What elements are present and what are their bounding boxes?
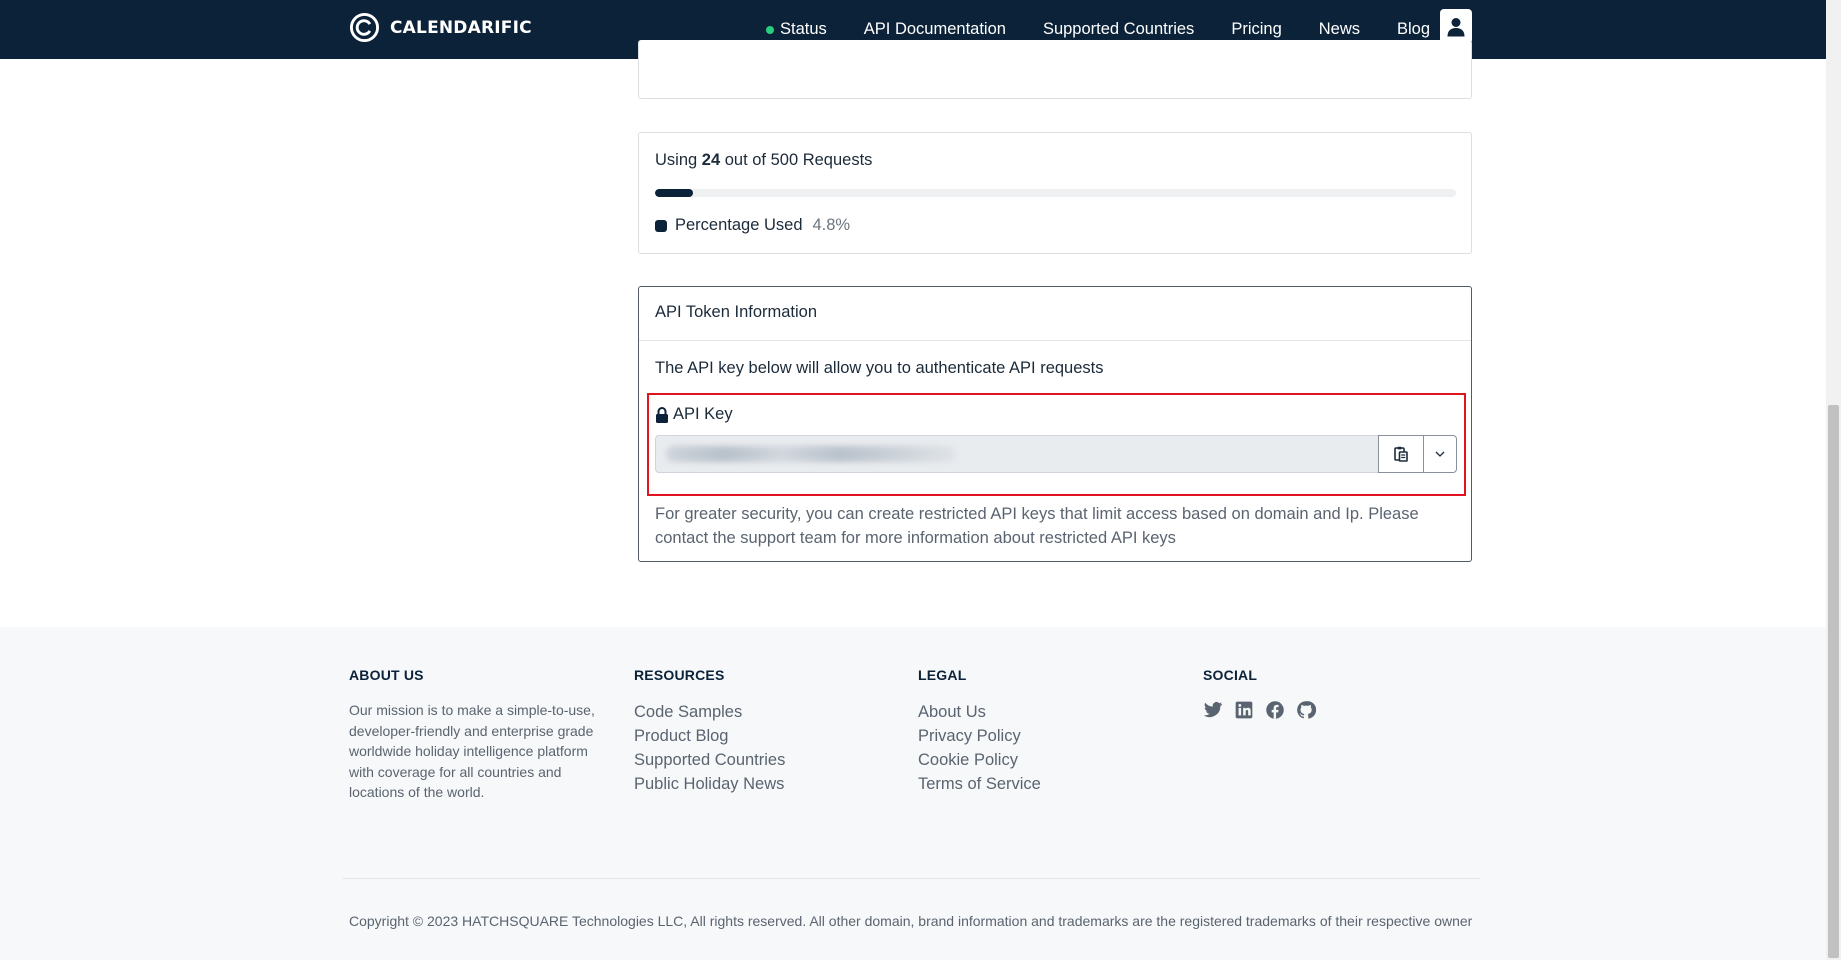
calendarific-logo-icon xyxy=(349,12,380,43)
usage-legend: Percentage Used 4.8% xyxy=(655,216,850,235)
footer-divider xyxy=(343,878,1480,879)
footer-link-product-blog[interactable]: Product Blog xyxy=(634,724,785,748)
api-token-description: The API key below will allow you to auth… xyxy=(655,359,1104,377)
footer-copyright: Copyright © 2023 HATCHSQUARE Technologie… xyxy=(349,913,1473,929)
brand-name: CALENDARIFIC xyxy=(390,17,532,38)
usage-total: out of 500 Requests xyxy=(724,151,873,169)
restricted-keys-note: For greater security, you can create res… xyxy=(655,505,1419,547)
usage-progress-fill xyxy=(655,189,694,197)
facebook-icon[interactable] xyxy=(1265,700,1285,720)
api-key-label: API Key xyxy=(655,405,733,424)
user-icon xyxy=(1447,17,1465,36)
usage-summary: Using 24 out of 500 Requests xyxy=(655,151,872,170)
api-token-card: API Token Information The API key below … xyxy=(638,286,1472,562)
status-online-dot xyxy=(766,25,774,34)
footer-legal-heading: LEGAL xyxy=(918,667,967,683)
nav-news[interactable]: News xyxy=(1319,20,1360,39)
usage-progress-bar xyxy=(655,189,1456,197)
api-key-options-dropdown[interactable] xyxy=(1424,435,1457,473)
account-details-card xyxy=(638,40,1472,99)
footer-resources-heading: RESOURCES xyxy=(634,667,725,683)
brand-link[interactable]: CALENDARIFIC xyxy=(349,12,532,43)
legend-swatch xyxy=(655,219,667,232)
api-key-obscured-value xyxy=(666,446,956,462)
api-key-input-group xyxy=(655,435,1457,473)
page-scrollbar[interactable] xyxy=(1826,0,1841,960)
scrollbar-thumb[interactable] xyxy=(1828,405,1839,958)
footer-resources: RESOURCES Code Samples Product Blog Supp… xyxy=(634,667,785,796)
legend-label: Percentage Used xyxy=(675,216,803,234)
clipboard-copy-icon xyxy=(1394,446,1408,462)
twitter-icon[interactable] xyxy=(1203,700,1223,720)
api-token-title: API Token Information xyxy=(639,287,1471,341)
nav-pricing[interactable]: Pricing xyxy=(1231,20,1281,39)
site-footer: ABOUT US Our mission is to make a simple… xyxy=(0,627,1826,960)
footer-link-supported-countries[interactable]: Supported Countries xyxy=(634,748,785,772)
linkedin-icon[interactable] xyxy=(1234,700,1254,720)
nav-status-label: Status xyxy=(780,20,827,38)
footer-link-public-holiday-news[interactable]: Public Holiday News xyxy=(634,772,785,796)
legend-value: 4.8% xyxy=(812,216,851,234)
chevron-down-icon xyxy=(1435,451,1445,457)
api-key-label-text: API Key xyxy=(673,405,733,423)
footer-about-heading: ABOUT US xyxy=(349,667,424,683)
footer-link-cookie-policy[interactable]: Cookie Policy xyxy=(918,748,1041,772)
footer-social-heading: SOCIAL xyxy=(1203,667,1258,683)
footer-link-about-us[interactable]: About Us xyxy=(918,700,1041,724)
copy-api-key-button[interactable] xyxy=(1378,435,1424,473)
nav-api-documentation[interactable]: API Documentation xyxy=(864,20,1006,39)
api-key-input[interactable] xyxy=(655,435,1378,473)
footer-about: ABOUT US Our mission is to make a simple… xyxy=(349,667,599,803)
footer-link-privacy-policy[interactable]: Privacy Policy xyxy=(918,724,1041,748)
usage-card: Using 24 out of 500 Requests Percentage … xyxy=(638,132,1472,254)
footer-legal: LEGAL About Us Privacy Policy Cookie Pol… xyxy=(918,667,1041,796)
github-icon[interactable] xyxy=(1296,700,1316,720)
footer-link-terms-of-service[interactable]: Terms of Service xyxy=(918,772,1041,796)
nav-blog[interactable]: Blog xyxy=(1397,20,1430,39)
footer-about-text: Our mission is to make a simple-to-use, … xyxy=(349,702,595,800)
usage-prefix: Using xyxy=(655,151,698,169)
user-account-button[interactable] xyxy=(1440,9,1472,44)
lock-icon xyxy=(656,406,668,423)
nav-status[interactable]: Status xyxy=(766,20,827,39)
nav-supported-countries[interactable]: Supported Countries xyxy=(1043,20,1194,39)
usage-used-count: 24 xyxy=(701,151,721,169)
footer-link-code-samples[interactable]: Code Samples xyxy=(634,700,785,724)
footer-social: SOCIAL xyxy=(1203,667,1316,720)
